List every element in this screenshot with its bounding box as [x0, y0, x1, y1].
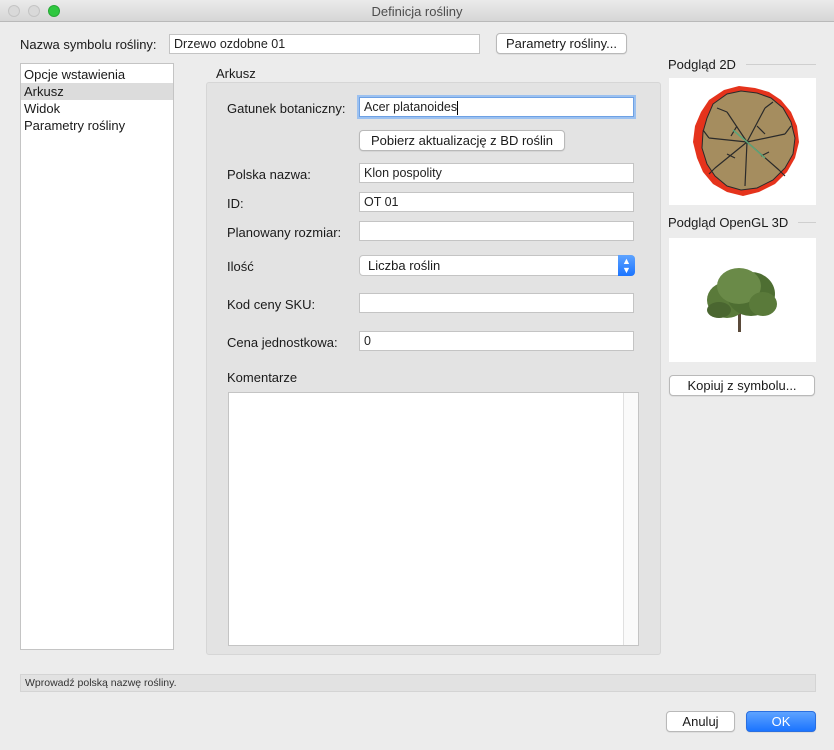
botanical-name-field[interactable]: Acer platanoides — [359, 97, 634, 117]
symbol-name-label: Nazwa symbolu rośliny: — [20, 37, 157, 52]
quantity-select[interactable]: Liczba roślin ▲ ▼ — [359, 255, 635, 276]
fetch-update-button[interactable]: Pobierz aktualizację z BD roślin — [359, 130, 565, 151]
unit-price-label: Cena jednostkowa: — [227, 335, 338, 350]
comments-label: Komentarze — [227, 370, 298, 385]
preview-2d — [669, 78, 816, 205]
sidebar-item-sheet[interactable]: Arkusz — [21, 83, 173, 100]
sidebar-item-view[interactable]: Widok — [21, 100, 173, 117]
planned-size-label: Planowany rozmiar: — [227, 225, 342, 240]
botanical-name-value: Acer platanoides — [364, 100, 458, 114]
polish-name-label: Polska nazwa: — [227, 167, 311, 182]
ok-button[interactable]: OK — [746, 711, 816, 732]
planned-size-field[interactable] — [359, 221, 634, 241]
status-bar: Wprowadź polską nazwę rośliny. — [20, 674, 816, 692]
symbol-name-field[interactable]: Drzewo ozdobne 01 — [169, 34, 480, 54]
id-field[interactable]: OT 01 — [359, 192, 634, 212]
title-bar: Definicja rośliny — [0, 0, 834, 22]
copy-from-symbol-button[interactable]: Kopiuj z symbolu... — [669, 375, 815, 396]
unit-price-field[interactable]: 0 — [359, 331, 634, 351]
sheet-section-title: Arkusz — [216, 66, 256, 81]
sidebar-item-insert-options[interactable]: Opcje wstawienia — [21, 66, 173, 83]
preview-3d — [669, 238, 816, 362]
sku-label: Kod ceny SKU: — [227, 297, 316, 312]
comments-scrollbar[interactable] — [623, 393, 638, 645]
id-label: ID: — [227, 196, 244, 211]
divider — [798, 222, 816, 223]
comments-textarea[interactable] — [228, 392, 639, 646]
polish-name-field[interactable]: Klon pospolity — [359, 163, 634, 183]
plant-params-button[interactable]: Parametry rośliny... — [496, 33, 627, 54]
preview-3d-label: Podgląd OpenGL 3D — [668, 215, 789, 230]
quantity-select-value: Liczba roślin — [368, 258, 441, 273]
divider — [746, 64, 816, 65]
preview-2d-label: Podgląd 2D — [668, 57, 736, 72]
cancel-button[interactable]: Anuluj — [666, 711, 735, 732]
quantity-label: Ilość — [227, 259, 254, 274]
chevron-up-down-icon: ▲ ▼ — [618, 255, 635, 276]
text-caret — [457, 100, 459, 115]
category-list: Opcje wstawienia Arkusz Widok Parametry … — [20, 63, 174, 650]
sku-field[interactable] — [359, 293, 634, 313]
tree-3d-model — [707, 268, 777, 332]
sidebar-item-plant-params[interactable]: Parametry rośliny — [21, 117, 173, 134]
tree-plan-symbol — [693, 86, 799, 196]
window-title: Definicja rośliny — [371, 4, 463, 19]
botanical-name-label: Gatunek botaniczny: — [227, 101, 346, 116]
